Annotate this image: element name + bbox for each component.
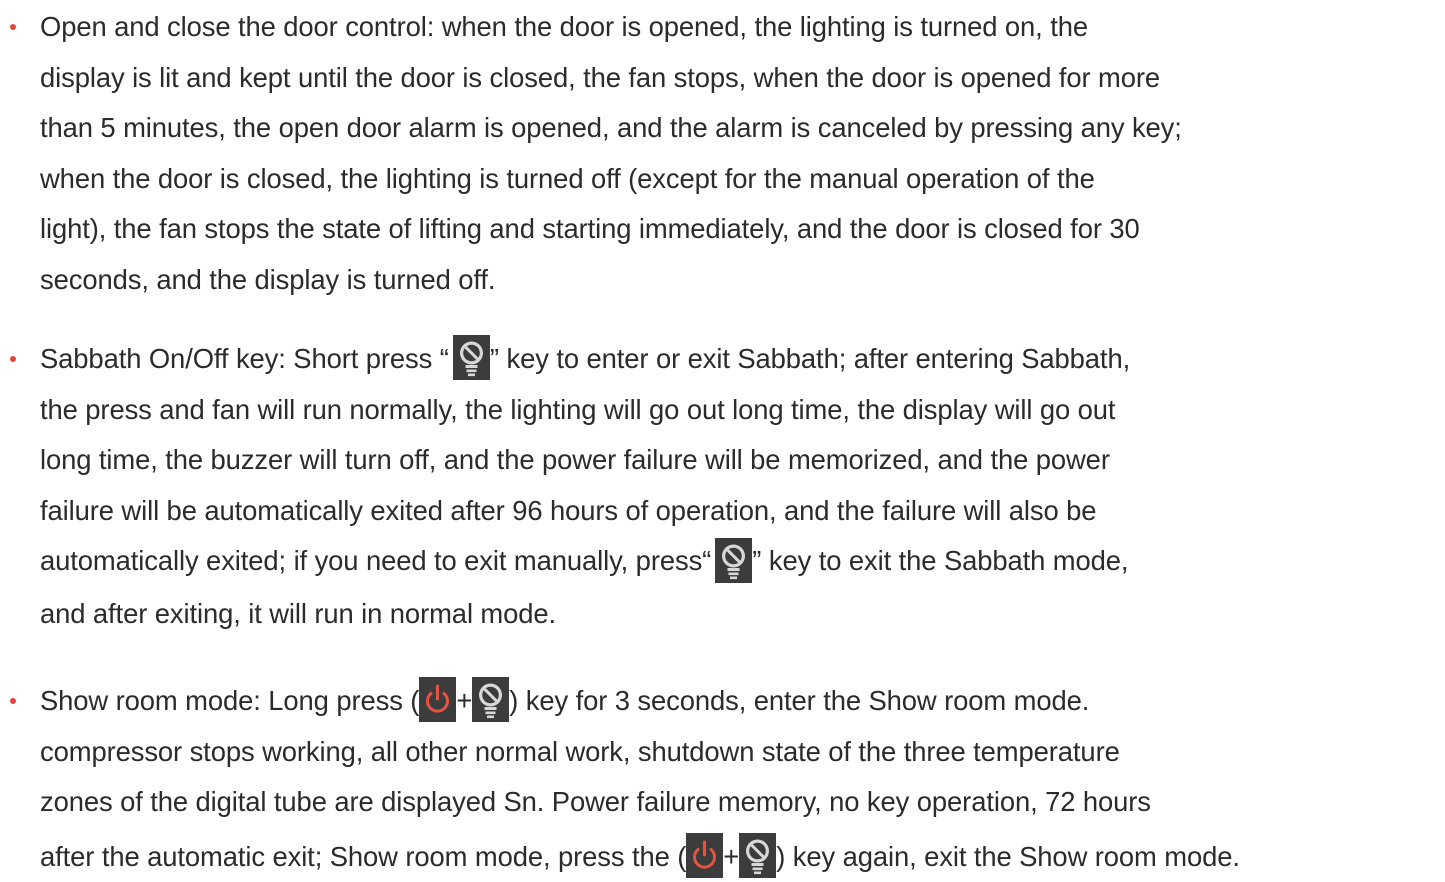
text-line: automatically exited; if you need to exi…: [40, 536, 1445, 587]
text-line: the press and fan will run normally, the…: [40, 393, 1116, 425]
text-line: Show room mode: Long press ( + ) key for 3…: [40, 676, 1445, 727]
sabbath-light-icon: [472, 677, 509, 722]
text-segment: ) key again, exit the Show room mode.: [776, 840, 1240, 872]
open-quote: “: [702, 545, 712, 577]
text-segment: after the automatic exit; Show room mode…: [40, 840, 687, 872]
power-icon: [686, 833, 723, 878]
text-line: zones of the digital tube are displayed …: [40, 786, 1151, 818]
text-segment: key to enter or exit Sabbath; after ente…: [499, 343, 1131, 374]
bullet-icon: [10, 356, 16, 362]
close-quote: ”: [489, 343, 500, 374]
text-line: when the door is closed, the lighting is…: [40, 162, 1095, 194]
sabbath-light-icon: [715, 538, 752, 583]
plus-sign: +: [456, 685, 473, 716]
text-segment: ) key for 3 seconds, enter the Show room…: [509, 685, 1090, 716]
paragraph-door-control: Open and close the door control: when th…: [40, 2, 1445, 306]
text-line: compressor stops working, all other norm…: [40, 735, 1120, 767]
plus-sign: +: [723, 840, 740, 872]
text-line: after the automatic exit; Show room mode…: [40, 832, 1445, 882]
text-segment: Sabbath On/Off key: Short press: [40, 343, 440, 374]
bullet-icon: [10, 698, 16, 704]
sabbath-light-icon: [739, 833, 776, 878]
power-icon: [419, 677, 456, 722]
open-quote: “: [439, 343, 449, 374]
text-segment: key to exit the Sabbath mode,: [761, 545, 1129, 577]
text-line: and after exiting, it will run in normal…: [40, 597, 557, 629]
text-segment: Show room mode: Long press (: [40, 685, 420, 716]
text-line: display is lit and kept until the door i…: [40, 61, 1161, 93]
text-line: light), the fan stops the state of lifti…: [40, 213, 1140, 245]
sabbath-light-icon: [453, 335, 490, 380]
text-line: than 5 minutes, the open door alarm is o…: [40, 112, 1182, 144]
text-line: seconds, and the display is turned off.: [40, 263, 496, 295]
paragraph-show-room: Show room mode: Long press ( + ) key for 3…: [40, 676, 1445, 882]
paragraph-sabbath: Sabbath On/Off key: Short press “ ” key t…: [40, 334, 1445, 640]
text-line: failure will be automatically exited aft…: [40, 494, 1097, 526]
text-line: Sabbath On/Off key: Short press “ ” key t…: [40, 334, 1445, 385]
page: Open and close the door control: when th…: [0, 0, 1445, 874]
bullet-icon: [10, 24, 16, 30]
text-line: Open and close the door control: when th…: [40, 11, 1088, 42]
text-line: long time, the buzzer will turn off, and…: [40, 444, 1110, 476]
text-segment: automatically exited; if you need to exi…: [40, 545, 703, 577]
